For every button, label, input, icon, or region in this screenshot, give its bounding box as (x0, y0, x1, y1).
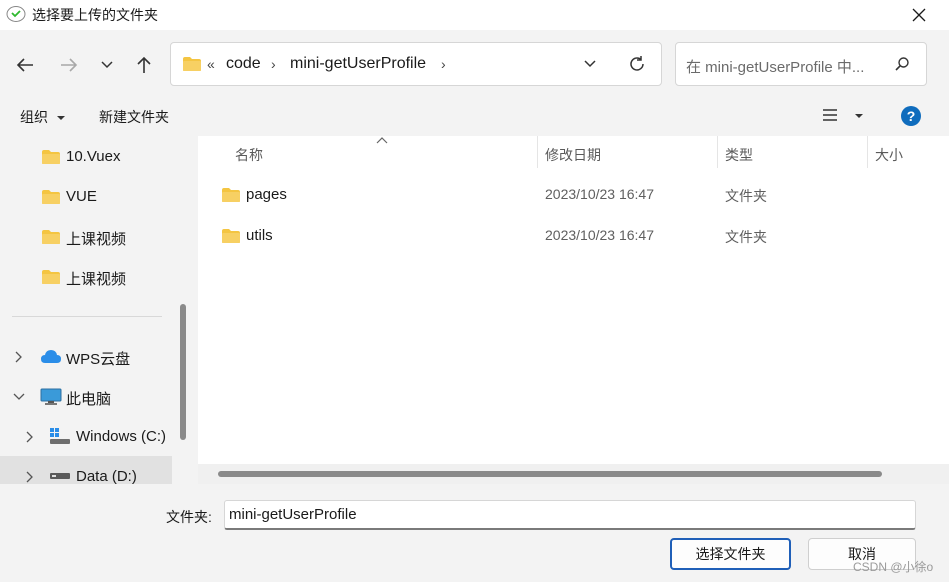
arrow-right-icon (61, 58, 78, 72)
recent-locations-button[interactable] (94, 52, 120, 78)
drive-icon (50, 473, 70, 479)
file-name: pages (246, 186, 287, 203)
chevron-right-icon[interactable] (25, 431, 33, 443)
navigation-pane: 10.Vuex VUE 上课视频 上课视频 WPS云盘 此电脑 Windows … (0, 136, 190, 484)
file-type: 文件夹 (725, 229, 767, 245)
chevron-down-icon[interactable] (583, 59, 597, 69)
chevron-right-icon[interactable] (25, 471, 33, 483)
sidebar-item-label: 此电脑 (66, 391, 112, 408)
sort-ascending-icon (376, 137, 388, 144)
sidebar-item-10-vuex[interactable]: 10.Vuex (0, 138, 172, 174)
watermark: CSDN @小徐o (853, 560, 934, 574)
breadcrumb-separator-icon: › (271, 56, 276, 72)
file-modified: 2023/10/23 16:47 (545, 227, 654, 243)
file-type: 文件夹 (725, 188, 767, 204)
nav-divider (12, 316, 162, 317)
folder-label: 文件夹: (166, 509, 212, 525)
column-header-type[interactable]: 类型 (725, 145, 753, 165)
up-button[interactable] (131, 52, 157, 78)
sidebar-item-label: WPS云盘 (66, 351, 131, 368)
close-icon (912, 8, 926, 22)
caret-down-icon (855, 114, 863, 118)
help-icon[interactable]: ? (901, 106, 921, 126)
folder-icon (42, 150, 60, 164)
file-list: 名称 修改日期 类型 大小 pages 2023/10/23 16:47 文件夹… (198, 136, 949, 484)
address-bar[interactable]: « code › mini-getUserProfile › (170, 42, 662, 86)
arrow-left-icon (16, 58, 33, 72)
chevron-down-icon[interactable] (13, 393, 25, 401)
nav-scrollbar-thumb[interactable] (180, 304, 186, 440)
title-bar: 选择要上传的文件夹 (0, 0, 949, 30)
sidebar-item-label: VUE (66, 188, 97, 205)
back-button[interactable] (12, 52, 38, 78)
close-button[interactable] (896, 0, 942, 30)
command-bar: 组织 新建文件夹 ? (0, 96, 949, 136)
sidebar-item-label: 上课视频 (66, 231, 127, 248)
sidebar-item-label: 上课视频 (66, 271, 127, 288)
chevron-down-icon (101, 61, 113, 69)
column-header-modified[interactable]: 修改日期 (545, 145, 601, 165)
file-row-pages[interactable]: pages 2023/10/23 16:47 文件夹 (198, 174, 949, 214)
windows-drive-icon (50, 428, 70, 444)
view-options-button[interactable] (822, 108, 866, 126)
file-name: utils (246, 227, 273, 244)
organize-label: 组织 (20, 109, 48, 125)
computer-icon (40, 388, 62, 405)
organize-button[interactable]: 组织 (20, 107, 66, 127)
column-header-name[interactable]: 名称 (235, 145, 263, 165)
folder-icon (183, 57, 201, 71)
folder-icon (42, 230, 60, 244)
sidebar-item-label: 10.Vuex (66, 148, 121, 165)
breadcrumb-mini-getuserprofile[interactable]: mini-getUserProfile (290, 55, 426, 73)
column-divider[interactable] (537, 136, 538, 168)
app-icon (6, 6, 26, 22)
column-divider[interactable] (867, 136, 868, 168)
folder-name-input[interactable] (224, 500, 916, 530)
file-row-utils[interactable]: utils 2023/10/23 16:47 文件夹 (198, 215, 949, 255)
svg-text:?: ? (907, 108, 916, 124)
file-modified: 2023/10/23 16:47 (545, 186, 654, 202)
folder-icon (42, 270, 60, 284)
dialog-footer: 文件夹: 选择文件夹 取消 CSDN @小徐o (0, 484, 949, 582)
caret-down-icon (56, 116, 65, 121)
refresh-icon[interactable] (628, 55, 646, 73)
select-folder-button[interactable]: 选择文件夹 (670, 538, 791, 570)
sidebar-item-wps-cloud[interactable]: WPS云盘 (0, 338, 172, 374)
arrow-up-icon (137, 56, 151, 73)
column-headers: 名称 修改日期 类型 大小 (198, 136, 949, 168)
list-view-icon (823, 109, 837, 121)
new-folder-button[interactable]: 新建文件夹 (99, 107, 169, 127)
sidebar-item-class-video-2[interactable]: 上课视频 (0, 258, 172, 294)
horizontal-scrollbar[interactable] (198, 464, 949, 484)
overflow-chevron[interactable]: « (207, 56, 215, 72)
chevron-right-icon[interactable] (14, 351, 22, 363)
breadcrumb-code[interactable]: code (226, 55, 261, 73)
address-row: « code › mini-getUserProfile › 在 mini-ge… (0, 30, 949, 96)
sidebar-item-label: Data (D:) (76, 468, 137, 484)
search-icon[interactable] (894, 56, 910, 72)
horizontal-scrollbar-thumb[interactable] (218, 471, 882, 477)
window-title: 选择要上传的文件夹 (32, 7, 158, 23)
sidebar-item-class-video[interactable]: 上课视频 (0, 218, 172, 254)
sidebar-item-this-pc[interactable]: 此电脑 (0, 378, 172, 414)
breadcrumb-separator-icon[interactable]: › (441, 56, 446, 72)
folder-icon (222, 229, 240, 243)
folder-icon (222, 188, 240, 202)
folder-icon (42, 190, 60, 204)
forward-button[interactable] (56, 52, 82, 78)
sidebar-item-label: Windows (C:) (76, 428, 167, 445)
column-divider[interactable] (717, 136, 718, 168)
sidebar-item-data-d[interactable]: Data (D:) (0, 456, 172, 484)
sidebar-item-vue[interactable]: VUE (0, 178, 172, 214)
cloud-icon (41, 350, 61, 363)
column-header-size[interactable]: 大小 (875, 145, 903, 165)
sidebar-item-windows-c[interactable]: Windows (C:) (0, 418, 172, 454)
search-placeholder: 在 mini-getUserProfile 中... (686, 59, 865, 76)
search-box[interactable]: 在 mini-getUserProfile 中... (675, 42, 927, 86)
